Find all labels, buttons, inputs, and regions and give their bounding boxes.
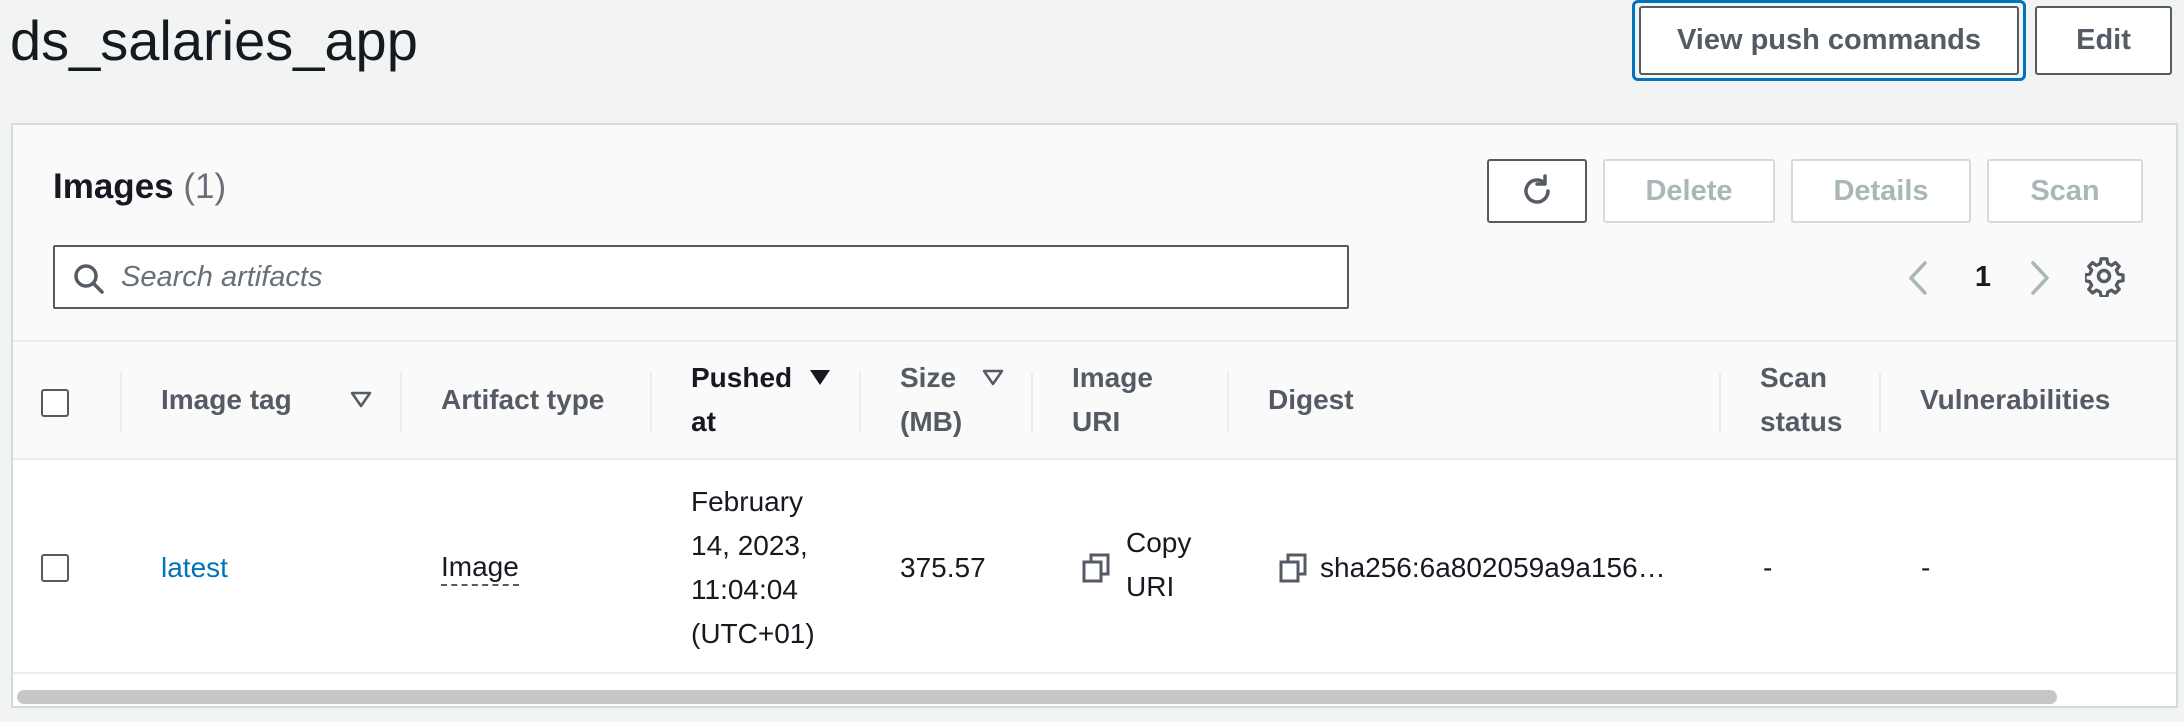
pushed-at-value: February 14, 2023, 11:04:04 (UTC+01) xyxy=(691,480,815,656)
copy-icon[interactable] xyxy=(1279,553,1307,583)
images-count: (1) xyxy=(183,167,227,206)
column-header-image-tag[interactable]: Image tag xyxy=(161,378,292,422)
row-checkbox[interactable] xyxy=(41,554,69,582)
scrollbar-thumb[interactable] xyxy=(17,690,2057,704)
page-number[interactable]: 1 xyxy=(1963,257,2003,297)
column-header-digest: Digest xyxy=(1268,384,1354,415)
sort-caret-icon[interactable] xyxy=(981,368,1005,388)
size-value: 375.57 xyxy=(900,552,986,583)
pushed-at-line: February xyxy=(691,486,804,517)
table-header: Image tag Artifact type Pushed at Size (… xyxy=(13,342,2176,460)
column-header-pushed-at[interactable]: Pushed at xyxy=(691,356,792,444)
column-divider xyxy=(650,372,652,432)
column-header-pushed-at-line1: Pushed xyxy=(691,362,793,393)
pushed-at-line: 11:04:04 xyxy=(691,574,798,605)
pushed-at-line: 14, 2023, xyxy=(691,530,808,561)
page-title: ds_salaries_app xyxy=(10,9,418,72)
view-push-commands-button[interactable]: View push commands xyxy=(1639,6,2019,75)
image-tag-link[interactable]: latest xyxy=(161,546,228,590)
images-heading: Images (1) xyxy=(53,167,226,207)
artifact-type-value[interactable]: Image xyxy=(441,550,519,586)
delete-button[interactable]: Delete xyxy=(1603,159,1775,223)
search-box xyxy=(53,245,1349,309)
column-header-image-uri: Image URI xyxy=(1072,356,1153,444)
column-header-pushed-at-line2: at xyxy=(691,406,716,437)
images-heading-label: Images xyxy=(53,167,174,206)
refresh-icon xyxy=(1524,174,1550,204)
select-all-checkbox[interactable] xyxy=(41,389,69,417)
search-input[interactable] xyxy=(119,255,1319,299)
column-header-vulnerabilities: Vulnerabilities xyxy=(1920,384,2111,415)
column-header-scan-status-line1: Scan xyxy=(1760,362,1827,393)
scan-status-value: - xyxy=(1763,552,1773,583)
column-header-artifact-type[interactable]: Artifact type xyxy=(441,378,604,422)
column-header-size-line2: (MB) xyxy=(900,406,963,437)
column-divider xyxy=(1879,372,1881,432)
refresh-button[interactable] xyxy=(1487,159,1587,223)
search-icon xyxy=(74,264,104,294)
column-divider xyxy=(1227,372,1229,432)
chevron-right-icon[interactable] xyxy=(2023,259,2057,297)
column-header-size[interactable]: Size (MB) xyxy=(900,356,962,444)
table-row: latest Image February 14, 2023, 11:04:04… xyxy=(13,462,2176,674)
gear-icon[interactable] xyxy=(2085,257,2125,297)
column-header-image-uri-line2: URI xyxy=(1072,406,1121,437)
details-button[interactable]: Details xyxy=(1791,159,1971,223)
vulnerabilities-value: - xyxy=(1921,552,1931,583)
column-header-scan-status: Scan status xyxy=(1760,356,1842,444)
copy-uri-line: URI xyxy=(1126,571,1175,602)
column-divider xyxy=(120,372,122,432)
copy-uri-line: Copy xyxy=(1126,527,1192,558)
copy-uri-label: Copy URI xyxy=(1126,521,1191,609)
column-divider xyxy=(1719,372,1721,432)
chevron-left-icon[interactable] xyxy=(1901,259,1935,297)
column-header-image-uri-line1: Image xyxy=(1072,362,1153,393)
column-divider xyxy=(1031,372,1033,432)
sort-descending-icon[interactable] xyxy=(808,368,832,388)
column-header-size-line1: Size xyxy=(900,362,957,393)
column-divider xyxy=(859,372,861,432)
images-panel: Images (1) Delete Details Scan 1 Image t… xyxy=(11,123,2178,708)
column-divider xyxy=(400,372,402,432)
column-header-scan-status-line2: status xyxy=(1760,406,1843,437)
scan-button[interactable]: Scan xyxy=(1987,159,2143,223)
copy-icon xyxy=(1082,553,1110,583)
panel-header xyxy=(13,125,2176,342)
horizontal-scrollbar[interactable] xyxy=(13,684,2176,706)
pushed-at-line: (UTC+01) xyxy=(691,618,815,649)
sort-caret-icon[interactable] xyxy=(349,390,373,410)
edit-button[interactable]: Edit xyxy=(2035,6,2172,75)
digest-value: sha256:6a802059a9a156… xyxy=(1320,552,1666,583)
